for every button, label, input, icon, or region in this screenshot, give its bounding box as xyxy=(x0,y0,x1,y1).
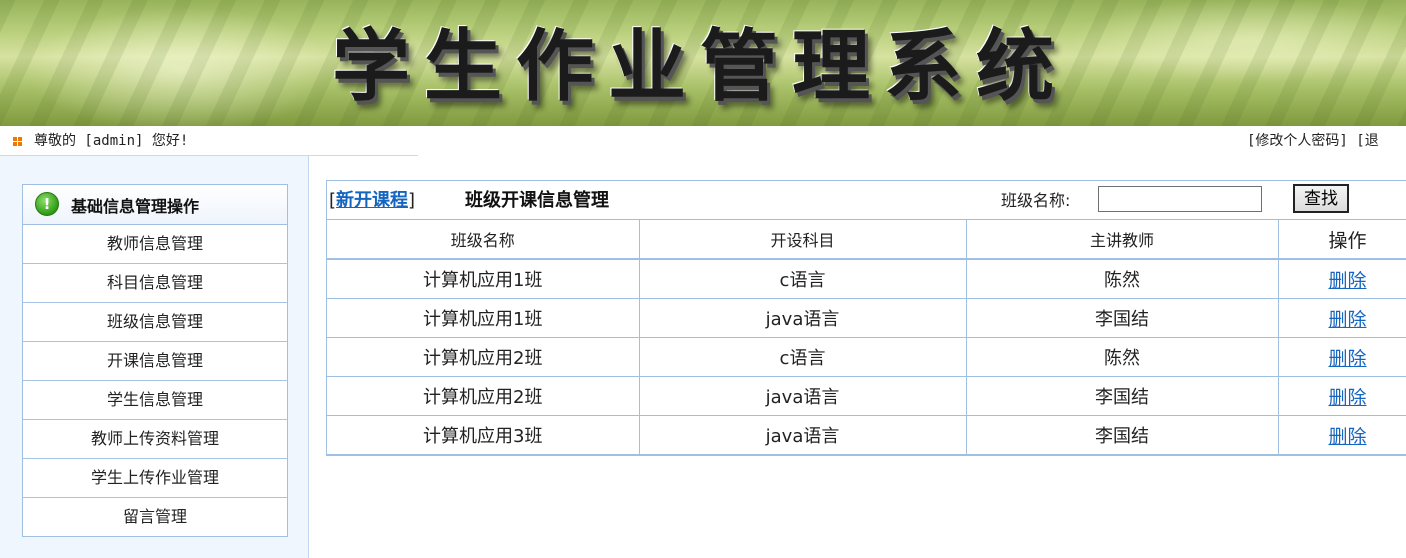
course-panel: [新开课程] 班级开课信息管理 班级名称: 查找 班级名称 开设科目 主讲教师 … xyxy=(326,180,1406,456)
col-subject: 开设科目 xyxy=(639,220,967,260)
system-title: 学生作业管理系统 xyxy=(332,21,1069,112)
table-header-row: 班级名称 开设科目 主讲教师 操作 xyxy=(327,220,1406,260)
table-row: 计算机应用1班 java语言 李国结 删除 xyxy=(327,298,1406,338)
col-teacher: 主讲教师 xyxy=(966,220,1279,260)
course-table: 班级名称 开设科目 主讲教师 操作 计算机应用1班 c语言 陈然 删除 计算机应… xyxy=(327,220,1406,455)
cell-subject: c语言 xyxy=(639,337,967,377)
user-links: [修改个人密码] [退 xyxy=(1247,126,1379,156)
panel-header: [新开课程] 班级开课信息管理 班级名称: 查找 xyxy=(327,181,1406,220)
sidebar: ! 基础信息管理操作 教师信息管理 科目信息管理 班级信息管理 开课信息管理 学… xyxy=(0,156,309,558)
cell-subject: java语言 xyxy=(639,376,967,416)
cell-teacher: 陈然 xyxy=(966,337,1279,377)
table-row: 计算机应用2班 java语言 李国结 删除 xyxy=(327,376,1406,416)
bullet-squares-icon xyxy=(13,137,23,147)
cell-action: 删除 xyxy=(1278,376,1406,416)
cell-teacher: 陈然 xyxy=(966,259,1279,299)
cell-teacher: 李国结 xyxy=(966,415,1279,455)
main-content: [新开课程] 班级开课信息管理 班级名称: 查找 班级名称 开设科目 主讲教师 … xyxy=(309,156,1406,558)
cell-subject: java语言 xyxy=(639,298,967,338)
cell-class: 计算机应用1班 xyxy=(327,259,640,299)
sidebar-item-course-info[interactable]: 开课信息管理 xyxy=(23,342,287,381)
cell-action: 删除 xyxy=(1278,298,1406,338)
header-banner: 学生作业管理系统 xyxy=(0,0,1406,126)
class-name-input[interactable] xyxy=(1098,186,1262,212)
delete-link[interactable]: 删除 xyxy=(1328,348,1366,370)
bracket-open: [ xyxy=(329,190,337,211)
bracket-close: ] xyxy=(408,190,416,211)
col-action: 操作 xyxy=(1278,220,1406,260)
sidebar-item-student-info[interactable]: 学生信息管理 xyxy=(23,381,287,420)
table-row: 计算机应用1班 c语言 陈然 删除 xyxy=(327,259,1406,299)
table-row: 计算机应用2班 c语言 陈然 删除 xyxy=(327,337,1406,377)
sidebar-item-teacher-uploads[interactable]: 教师上传资料管理 xyxy=(23,420,287,459)
table-row: 计算机应用3班 java语言 李国结 删除 xyxy=(327,415,1406,455)
search-button[interactable]: 查找 xyxy=(1293,184,1349,213)
sidebar-item-messages[interactable]: 留言管理 xyxy=(23,498,287,536)
sidebar-item-class-info[interactable]: 班级信息管理 xyxy=(23,303,287,342)
sidebar-menu: ! 基础信息管理操作 教师信息管理 科目信息管理 班级信息管理 开课信息管理 学… xyxy=(22,184,288,537)
page-title: 班级开课信息管理 xyxy=(465,190,609,211)
change-password-link[interactable]: [修改个人密码] xyxy=(1247,133,1348,149)
welcome-text: 尊敬的 [admin] 您好! xyxy=(34,133,189,149)
delete-link[interactable]: 删除 xyxy=(1328,270,1366,292)
cell-class: 计算机应用1班 xyxy=(327,298,640,338)
cell-action: 删除 xyxy=(1278,259,1406,299)
class-name-label: 班级名称: xyxy=(1001,191,1071,210)
cell-subject: c语言 xyxy=(639,259,967,299)
cell-class: 计算机应用2班 xyxy=(327,337,640,377)
col-class-name: 班级名称 xyxy=(327,220,640,260)
cell-class: 计算机应用2班 xyxy=(327,376,640,416)
cell-action: 删除 xyxy=(1278,415,1406,455)
new-course-link[interactable]: 新开课程 xyxy=(336,190,408,211)
cell-class: 计算机应用3班 xyxy=(327,415,640,455)
info-circle-icon: ! xyxy=(35,192,59,216)
top-info-bar: 尊敬的 [admin] 您好! [修改个人密码] [退 xyxy=(0,126,1406,156)
new-course-wrapper: [新开课程] xyxy=(329,181,415,221)
sidebar-item-student-homework[interactable]: 学生上传作业管理 xyxy=(23,459,287,498)
logout-link[interactable]: [退 xyxy=(1356,133,1378,149)
cell-subject: java语言 xyxy=(639,415,967,455)
cell-teacher: 李国结 xyxy=(966,376,1279,416)
sidebar-item-teacher-info[interactable]: 教师信息管理 xyxy=(23,225,287,264)
menu-heading: 基础信息管理操作 xyxy=(71,197,200,216)
menu-header: ! 基础信息管理操作 xyxy=(23,185,287,225)
delete-link[interactable]: 删除 xyxy=(1328,426,1366,448)
sidebar-item-subject-info[interactable]: 科目信息管理 xyxy=(23,264,287,303)
cell-teacher: 李国结 xyxy=(966,298,1279,338)
delete-link[interactable]: 删除 xyxy=(1328,309,1366,331)
cell-action: 删除 xyxy=(1278,337,1406,377)
delete-link[interactable]: 删除 xyxy=(1328,387,1366,409)
